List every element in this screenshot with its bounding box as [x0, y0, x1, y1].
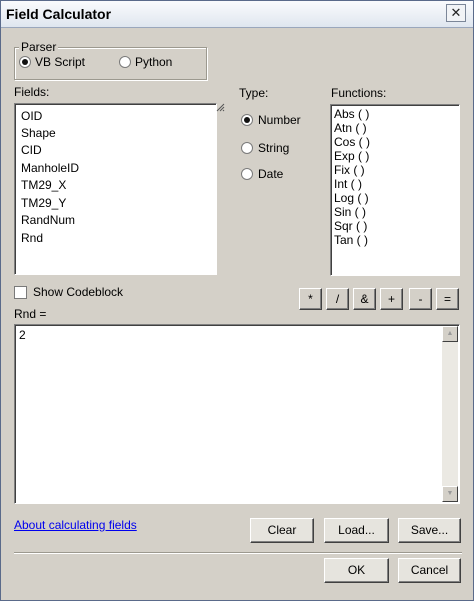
parser-vbscript-radio[interactable]: [19, 56, 31, 68]
expression-scrollbar[interactable]: ▲ ▼: [442, 326, 458, 502]
function-item[interactable]: Log ( ): [334, 191, 369, 205]
operator-multiply-button[interactable]: *: [299, 288, 322, 310]
show-codeblock-checkbox[interactable]: [14, 286, 27, 299]
load-button[interactable]: Load...: [324, 518, 389, 543]
type-string-label[interactable]: String: [258, 141, 289, 155]
function-item[interactable]: Int ( ): [334, 177, 362, 191]
expression-label: Rnd =: [14, 307, 47, 321]
save-button[interactable]: Save...: [398, 518, 461, 543]
operator-equals-button[interactable]: =: [436, 288, 459, 310]
cancel-button[interactable]: Cancel: [398, 558, 461, 583]
close-button[interactable]: ✕: [446, 4, 466, 22]
type-number-label[interactable]: Number: [258, 113, 301, 127]
resize-grip-icon[interactable]: [216, 103, 225, 112]
operator-divide-button[interactable]: /: [326, 288, 349, 310]
type-date-radio[interactable]: [241, 168, 253, 180]
field-item[interactable]: Shape: [21, 126, 56, 140]
type-number-radio[interactable]: [241, 114, 253, 126]
field-item[interactable]: RandNum: [21, 213, 75, 227]
fields-label: Fields:: [14, 85, 50, 99]
function-item[interactable]: Atn ( ): [334, 121, 367, 135]
window-title: Field Calculator: [6, 6, 112, 22]
footer-divider: [14, 552, 462, 554]
function-item[interactable]: Tan ( ): [334, 233, 368, 247]
clear-button[interactable]: Clear: [250, 518, 314, 543]
scroll-down-icon[interactable]: ▼: [442, 486, 458, 502]
show-codeblock-label[interactable]: Show Codeblock: [33, 285, 123, 299]
function-item[interactable]: Exp ( ): [334, 149, 369, 163]
expression-value: 2: [19, 328, 26, 342]
parser-python-radio[interactable]: [119, 56, 131, 68]
close-icon: ✕: [450, 5, 462, 20]
type-label: Type:: [239, 86, 269, 100]
function-item[interactable]: Fix ( ): [334, 163, 365, 177]
scroll-up-icon[interactable]: ▲: [442, 326, 458, 342]
operator-plus-button[interactable]: +: [380, 288, 403, 310]
function-item[interactable]: Abs ( ): [334, 107, 369, 121]
field-item[interactable]: Rnd: [21, 231, 43, 245]
expression-textarea[interactable]: 2 ▲ ▼: [14, 324, 460, 504]
parser-vbscript-label[interactable]: VB Script: [35, 55, 85, 69]
function-item[interactable]: Sin ( ): [334, 205, 366, 219]
field-item[interactable]: TM29_Y: [21, 196, 66, 210]
function-item[interactable]: Cos ( ): [334, 135, 370, 149]
field-item[interactable]: CID: [21, 143, 42, 157]
operator-minus-button[interactable]: -: [409, 288, 432, 310]
parser-python-label[interactable]: Python: [135, 55, 172, 69]
field-item[interactable]: TM29_X: [21, 178, 66, 192]
functions-label: Functions:: [331, 86, 387, 100]
ok-button[interactable]: OK: [324, 558, 389, 583]
function-item[interactable]: Sqr ( ): [334, 219, 367, 233]
about-calculating-fields-link[interactable]: About calculating fields: [14, 518, 137, 532]
title-bar[interactable]: Field Calculator ✕: [1, 1, 473, 28]
field-calculator-window: Field Calculator ✕ Parser VB Script Pyth…: [0, 0, 474, 601]
fields-list[interactable]: OID Shape CID ManholeID TM29_X TM29_Y Ra…: [14, 103, 217, 275]
type-string-radio[interactable]: [241, 142, 253, 154]
functions-list[interactable]: Abs ( ) Atn ( ) Cos ( ) Exp ( ) Fix ( ) …: [330, 104, 460, 276]
operator-ampersand-button[interactable]: &: [353, 288, 376, 310]
type-date-label[interactable]: Date: [258, 167, 283, 181]
parser-legend: Parser: [19, 40, 59, 54]
field-item[interactable]: ManholeID: [21, 161, 79, 175]
field-item[interactable]: OID: [21, 109, 42, 123]
